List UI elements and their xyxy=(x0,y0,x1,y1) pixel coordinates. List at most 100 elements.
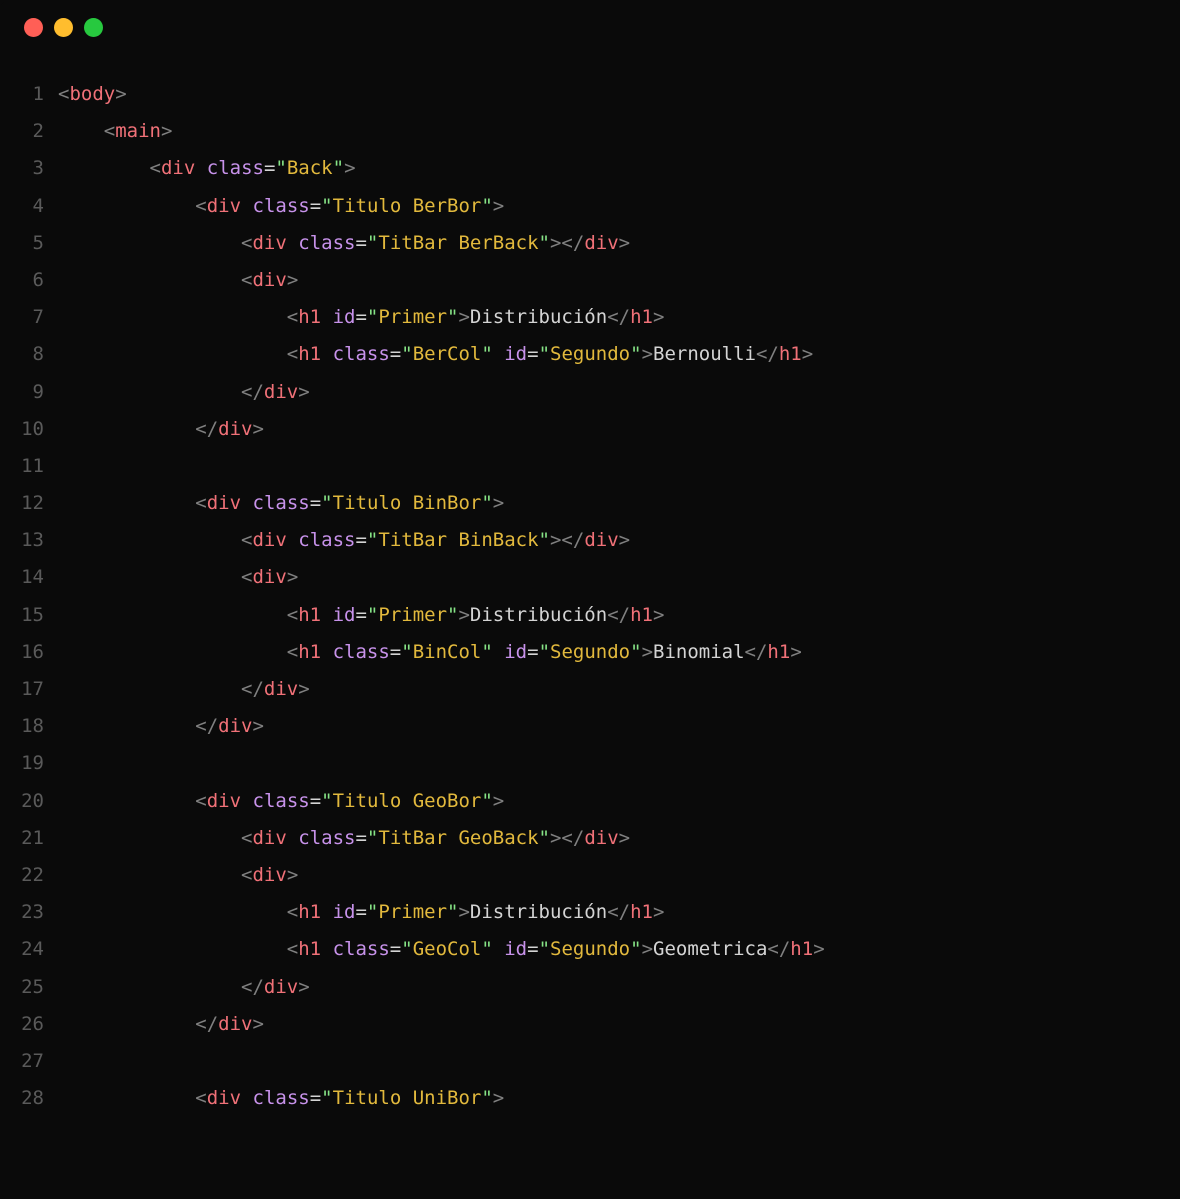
token-q: " xyxy=(333,157,344,179)
token-attn: class xyxy=(207,157,264,179)
code-line[interactable]: <h1 id="Primer">Distribución</h1> xyxy=(58,299,1180,336)
token-q: " xyxy=(630,938,641,960)
code-line[interactable]: <div class="Titulo BerBor"> xyxy=(58,188,1180,225)
token-txt xyxy=(493,641,504,663)
token-eq: = xyxy=(310,195,321,217)
code-line[interactable]: <h1 class="GeoCol" id="Segundo">Geometri… xyxy=(58,931,1180,968)
token-tag: div xyxy=(252,864,286,886)
code-line[interactable]: <div class="Back"> xyxy=(58,150,1180,187)
token-eq: = xyxy=(355,604,366,626)
code-line[interactable] xyxy=(58,448,1180,485)
code-line[interactable]: <div class="TitBar BerBack"></div> xyxy=(58,225,1180,262)
code-line[interactable]: <div> xyxy=(58,262,1180,299)
token-attn: class xyxy=(333,641,390,663)
code-line[interactable]: <div> xyxy=(58,857,1180,894)
code-line[interactable]: </div> xyxy=(58,671,1180,708)
code-line[interactable]: <h1 id="Primer">Distribución</h1> xyxy=(58,597,1180,634)
token-br: > xyxy=(653,604,664,626)
token-txt xyxy=(321,901,332,923)
code-line[interactable]: </div> xyxy=(58,374,1180,411)
token-br: > xyxy=(458,901,469,923)
token-br: < xyxy=(58,83,69,105)
token-eq: = xyxy=(527,641,538,663)
code-line[interactable]: <div class="TitBar GeoBack"></div> xyxy=(58,820,1180,857)
code-line[interactable]: </div> xyxy=(58,1006,1180,1043)
code-line[interactable]: <div class="Titulo BinBor"> xyxy=(58,485,1180,522)
close-icon[interactable] xyxy=(24,18,43,37)
token-br: < xyxy=(287,938,298,960)
token-txt: Distribución xyxy=(470,604,607,626)
code-line[interactable]: <main> xyxy=(58,113,1180,150)
token-tag: div xyxy=(264,976,298,998)
token-br: > xyxy=(802,343,813,365)
maximize-icon[interactable] xyxy=(84,18,103,37)
code-line[interactable]: <div class="Titulo GeoBor"> xyxy=(58,783,1180,820)
token-br: > xyxy=(344,157,355,179)
token-attn: class xyxy=(298,232,355,254)
token-br: < xyxy=(287,343,298,365)
code-line[interactable]: <h1 id="Primer">Distribución</h1> xyxy=(58,894,1180,931)
token-q: " xyxy=(367,232,378,254)
token-br: > xyxy=(813,938,824,960)
token-br: > xyxy=(458,604,469,626)
token-br: > xyxy=(253,418,264,440)
token-br: < xyxy=(287,306,298,328)
token-tag: div xyxy=(207,790,241,812)
code-line[interactable]: </div> xyxy=(58,969,1180,1006)
code-line[interactable]: <div> xyxy=(58,559,1180,596)
code-content[interactable]: <body> <main> <div class="Back"> <div cl… xyxy=(58,76,1180,1117)
code-line[interactable] xyxy=(58,745,1180,782)
code-line[interactable]: <div class="TitBar BinBack"></div> xyxy=(58,522,1180,559)
code-line[interactable]: <h1 class="BerCol" id="Segundo">Bernoull… xyxy=(58,336,1180,373)
token-br: < xyxy=(241,269,252,291)
token-tag: div xyxy=(207,195,241,217)
code-line[interactable]: </div> xyxy=(58,411,1180,448)
line-number: 4 xyxy=(0,188,44,225)
line-number: 7 xyxy=(0,299,44,336)
token-tag: div xyxy=(584,827,618,849)
token-txt xyxy=(241,790,252,812)
line-number: 22 xyxy=(0,857,44,894)
token-str: TitBar BerBack xyxy=(378,232,538,254)
token-q: " xyxy=(367,901,378,923)
code-line[interactable]: <body> xyxy=(58,76,1180,113)
token-q: " xyxy=(630,641,641,663)
token-eq: = xyxy=(355,827,366,849)
editor-window: 1234567891011121314151617181920212223242… xyxy=(0,0,1180,1199)
line-number: 13 xyxy=(0,522,44,559)
token-eq: = xyxy=(390,343,401,365)
line-number: 21 xyxy=(0,820,44,857)
token-q: " xyxy=(539,827,550,849)
token-eq: = xyxy=(355,232,366,254)
token-br: > xyxy=(619,827,630,849)
token-tag: div xyxy=(207,1087,241,1109)
token-br: ></ xyxy=(550,827,584,849)
token-attn: id xyxy=(333,901,356,923)
minimize-icon[interactable] xyxy=(54,18,73,37)
line-number: 2 xyxy=(0,113,44,150)
token-br: </ xyxy=(195,715,218,737)
token-br: > xyxy=(253,1013,264,1035)
token-eq: = xyxy=(390,938,401,960)
token-q: " xyxy=(367,306,378,328)
code-line[interactable]: <h1 class="BinCol" id="Segundo">Binomial… xyxy=(58,634,1180,671)
token-q: " xyxy=(539,641,550,663)
token-tag: body xyxy=(69,83,115,105)
token-tag: div xyxy=(252,566,286,588)
token-q: " xyxy=(367,529,378,551)
token-br: < xyxy=(241,827,252,849)
code-line[interactable] xyxy=(58,1043,1180,1080)
token-str: Back xyxy=(287,157,333,179)
token-attn: class xyxy=(298,827,355,849)
token-br: > xyxy=(642,938,653,960)
code-line[interactable]: <div class="Titulo UniBor"> xyxy=(58,1080,1180,1117)
token-q: " xyxy=(481,492,492,514)
token-tag: div xyxy=(218,715,252,737)
token-tag: div xyxy=(161,157,195,179)
code-editor[interactable]: 1234567891011121314151617181920212223242… xyxy=(0,58,1180,1117)
token-br: < xyxy=(195,195,206,217)
token-tag: h1 xyxy=(298,343,321,365)
code-line[interactable]: </div> xyxy=(58,708,1180,745)
token-txt: Geometrica xyxy=(653,938,767,960)
token-tag: div xyxy=(207,492,241,514)
